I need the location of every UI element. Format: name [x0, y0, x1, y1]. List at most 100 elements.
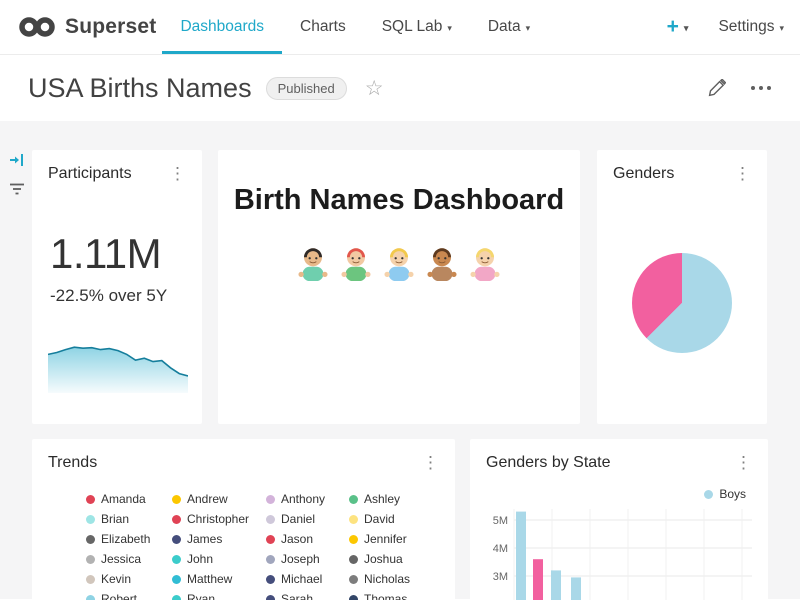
- chevron-down-icon: ▾: [447, 23, 452, 34]
- legend-item[interactable]: Joshua: [349, 552, 439, 566]
- legend-dot: [704, 490, 713, 499]
- svg-text:3M: 3M: [493, 571, 508, 583]
- legend-item[interactable]: Elizabeth: [86, 532, 172, 546]
- legend-label: Daniel: [281, 512, 315, 526]
- chart-options-icon[interactable]: ⋮: [165, 165, 190, 182]
- legend-label: Jason: [281, 532, 313, 546]
- legend-label: Sarah: [281, 592, 313, 600]
- header-actions: [708, 79, 772, 97]
- legend-item[interactable]: Ashley: [349, 492, 439, 506]
- legend-label: Brian: [101, 512, 129, 526]
- legend-item[interactable]: Thomas: [349, 592, 439, 600]
- legend-dot: [172, 555, 181, 564]
- legend-item[interactable]: Kevin: [86, 572, 172, 586]
- legend-dot: [266, 595, 275, 600]
- genders-by-state-bar-chart[interactable]: 5M 4M 3M: [484, 503, 754, 600]
- legend-item[interactable]: Joseph: [266, 552, 349, 566]
- legend-item[interactable]: John: [172, 552, 266, 566]
- legend-item[interactable]: David: [349, 512, 439, 526]
- new-button[interactable]: +▾: [667, 15, 689, 39]
- plus-icon: +: [667, 15, 679, 39]
- child-figure-icon: [294, 243, 332, 283]
- legend-item-boys[interactable]: Boys: [704, 487, 746, 501]
- trends-legend: Amanda Andrew Anthony Ashley Brian Chris…: [86, 489, 439, 600]
- legend-dot: [266, 495, 275, 504]
- legend-item[interactable]: Ryan: [172, 592, 266, 600]
- legend-label: James: [187, 532, 222, 546]
- edit-icon[interactable]: [708, 79, 726, 97]
- filter-icon[interactable]: [9, 181, 25, 202]
- child-figure-icon: [337, 243, 375, 283]
- expand-filter-bar-icon[interactable]: [9, 152, 25, 173]
- legend-dot: [86, 555, 95, 564]
- legend-item[interactable]: Michael: [266, 572, 349, 586]
- child-figure-icon: [423, 243, 461, 283]
- more-actions-icon[interactable]: [750, 85, 772, 91]
- legend-item[interactable]: James: [172, 532, 266, 546]
- dashboard-canvas: Participants ⋮ 1.11M -22.5% over 5Y Birt…: [0, 121, 800, 599]
- legend-dot: [349, 555, 358, 564]
- favorite-star-icon[interactable]: ☆: [365, 76, 384, 101]
- legend-label: David: [364, 512, 395, 526]
- big-number-subheader: -22.5% over 5Y: [50, 286, 167, 306]
- legend-item[interactable]: Jessica: [86, 552, 172, 566]
- chart-options-icon[interactable]: ⋮: [418, 454, 443, 471]
- brand[interactable]: Superset: [16, 0, 156, 54]
- nav-items: Dashboards Charts SQL Lab▾ Data▾: [162, 0, 548, 54]
- legend-label: Andrew: [187, 492, 228, 506]
- legend-item[interactable]: Brian: [86, 512, 172, 526]
- chevron-down-icon: ▾: [684, 23, 689, 34]
- legend-dot: [172, 595, 181, 600]
- child-figure-icon: [380, 243, 418, 283]
- chart-options-icon[interactable]: ⋮: [730, 165, 755, 182]
- published-badge[interactable]: Published: [266, 77, 347, 100]
- legend-label: Anthony: [281, 492, 325, 506]
- legend-label: Robert: [101, 592, 137, 600]
- legend-item[interactable]: Amanda: [86, 492, 172, 506]
- superset-logo-icon: [16, 16, 58, 38]
- page-title: USA Births Names: [28, 73, 252, 104]
- legend-item[interactable]: Christopher: [172, 512, 266, 526]
- legend-item[interactable]: Robert: [86, 592, 172, 600]
- legend-item[interactable]: Andrew: [172, 492, 266, 506]
- legend-label: Kevin: [101, 572, 131, 586]
- legend-item[interactable]: Jennifer: [349, 532, 439, 546]
- legend-dot: [266, 535, 275, 544]
- legend-item[interactable]: Sarah: [266, 592, 349, 600]
- nav-sql-lab[interactable]: SQL Lab▾: [364, 0, 470, 54]
- legend-item[interactable]: Jason: [266, 532, 349, 546]
- legend-label: Ryan: [187, 592, 215, 600]
- trendline-chart[interactable]: [48, 336, 188, 393]
- legend-dot: [349, 495, 358, 504]
- legend-label: Matthew: [187, 572, 232, 586]
- chart-options-icon[interactable]: ⋮: [731, 454, 756, 471]
- svg-text:5M: 5M: [493, 515, 508, 527]
- legend-label: Christopher: [187, 512, 249, 526]
- legend-dot: [349, 575, 358, 584]
- legend-label: John: [187, 552, 213, 566]
- legend-label: Joshua: [364, 552, 403, 566]
- legend-item[interactable]: Matthew: [172, 572, 266, 586]
- legend-item[interactable]: Nicholas: [349, 572, 439, 586]
- chevron-down-icon: ▾: [526, 23, 531, 34]
- legend-dot: [172, 575, 181, 584]
- legend-label: Ashley: [364, 492, 400, 506]
- genders-pie-chart[interactable]: [632, 253, 732, 353]
- nav-dashboards[interactable]: Dashboards: [162, 0, 282, 54]
- superset-app: Superset Dashboards Charts SQL Lab▾ Data…: [0, 0, 800, 600]
- legend-dot: [172, 515, 181, 524]
- legend-label: Amanda: [101, 492, 146, 506]
- legend-label: Jessica: [101, 552, 141, 566]
- big-number-value: 1.11M: [50, 230, 161, 278]
- markdown-title: Birth Names Dashboard: [218, 184, 580, 217]
- card-participants: Participants ⋮ 1.11M -22.5% over 5Y: [32, 150, 202, 424]
- card-genders: Genders ⋮: [597, 150, 767, 424]
- legend-dot: [349, 515, 358, 524]
- nav-data[interactable]: Data▾: [470, 0, 548, 54]
- svg-text:4M: 4M: [493, 543, 508, 555]
- nav-charts[interactable]: Charts: [282, 0, 364, 54]
- legend-item[interactable]: Anthony: [266, 492, 349, 506]
- settings-menu[interactable]: Settings▾: [718, 18, 784, 36]
- legend-dot: [86, 595, 95, 600]
- legend-item[interactable]: Daniel: [266, 512, 349, 526]
